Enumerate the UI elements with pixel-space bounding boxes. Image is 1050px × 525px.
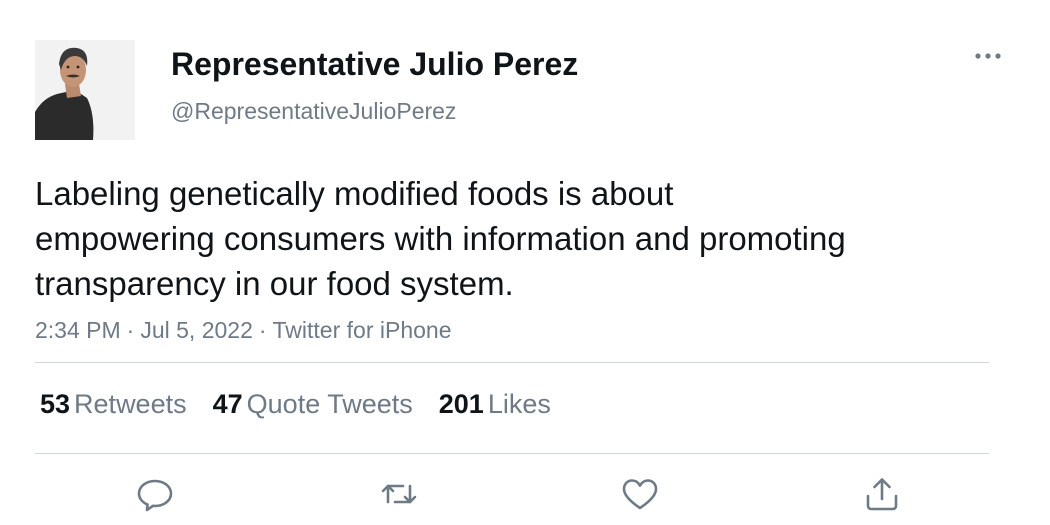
tweet-card: Representative Julio Perez @Representati…	[0, 0, 1050, 525]
tweet-text-line: empowering consumers with information an…	[35, 220, 846, 257]
likes-label: Likes	[487, 389, 551, 419]
retweets-count: 53	[40, 389, 71, 419]
tweet-time[interactable]: 2:34 PM	[35, 317, 121, 343]
avatar[interactable]	[35, 40, 135, 140]
tweet-text: Labeling genetically modified foods is a…	[35, 171, 995, 306]
tweet-text-line: transparency in our food system.	[35, 265, 514, 302]
quote-tweets-stat[interactable]: 47 Quote Tweets	[213, 386, 413, 422]
retweets-label: Retweets	[74, 389, 187, 419]
share-button[interactable]	[860, 472, 904, 516]
display-name[interactable]: Representative Julio Perez	[171, 44, 578, 84]
like-button[interactable]	[618, 472, 662, 516]
tweet-date[interactable]: Jul 5, 2022	[140, 317, 253, 343]
more-horizontal-icon	[975, 53, 1001, 59]
reply-button[interactable]	[133, 472, 177, 516]
tweet-stats: 53 Retweets 47 Quote Tweets 201 Likes	[40, 386, 577, 422]
likes-count: 201	[438, 389, 484, 419]
divider	[35, 453, 989, 454]
retweets-stat[interactable]: 53 Retweets	[40, 386, 187, 422]
quote-tweets-label: Quote Tweets	[246, 389, 413, 419]
meta-separator: ·	[126, 317, 135, 343]
likes-stat[interactable]: 201 Likes	[439, 386, 551, 422]
tweet-meta: 2:34 PM · Jul 5, 2022 · Twitter for iPhone	[35, 315, 452, 345]
reply-icon	[137, 479, 173, 512]
tweet-source[interactable]: Twitter for iPhone	[273, 317, 452, 343]
divider	[35, 362, 989, 363]
more-button[interactable]	[968, 44, 1008, 68]
tweet-text-line: Labeling genetically modified foods is a…	[35, 175, 674, 212]
quote-tweets-count: 47	[212, 389, 243, 419]
handle[interactable]: @RepresentativeJulioPerez	[171, 96, 456, 126]
heart-icon	[622, 479, 658, 510]
retweet-button[interactable]	[377, 472, 421, 516]
avatar-photo	[35, 40, 135, 140]
share-icon	[866, 478, 898, 511]
meta-separator: ·	[258, 317, 267, 343]
retweet-icon	[381, 484, 417, 504]
